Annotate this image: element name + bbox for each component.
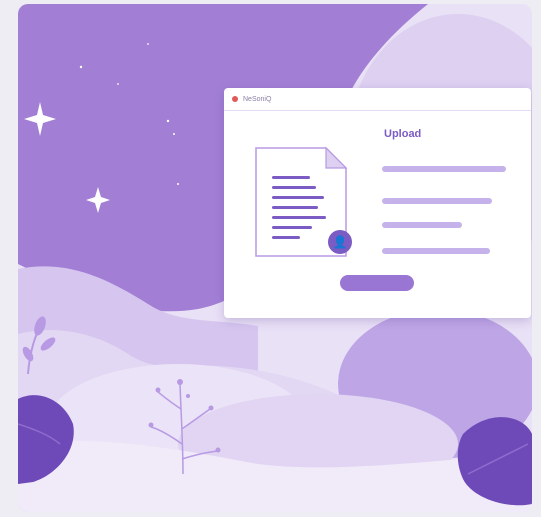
close-dot-icon[interactable] [232,96,238,102]
person-icon: 👤 [328,230,352,254]
window-title: NeSoniQ [243,95,272,103]
text-placeholder-line [382,166,506,172]
text-placeholder-line [382,248,490,254]
text-placeholder-line [382,198,492,204]
page-title: Upload [384,128,422,140]
upload-button[interactable] [340,275,414,291]
window-titlebar: NeSoniQ [224,88,531,111]
upload-window: NeSoniQ 👤 Upload [224,88,531,318]
illustration-frame: NeSoniQ 👤 Upload [18,4,532,512]
text-placeholder-line [382,222,462,228]
